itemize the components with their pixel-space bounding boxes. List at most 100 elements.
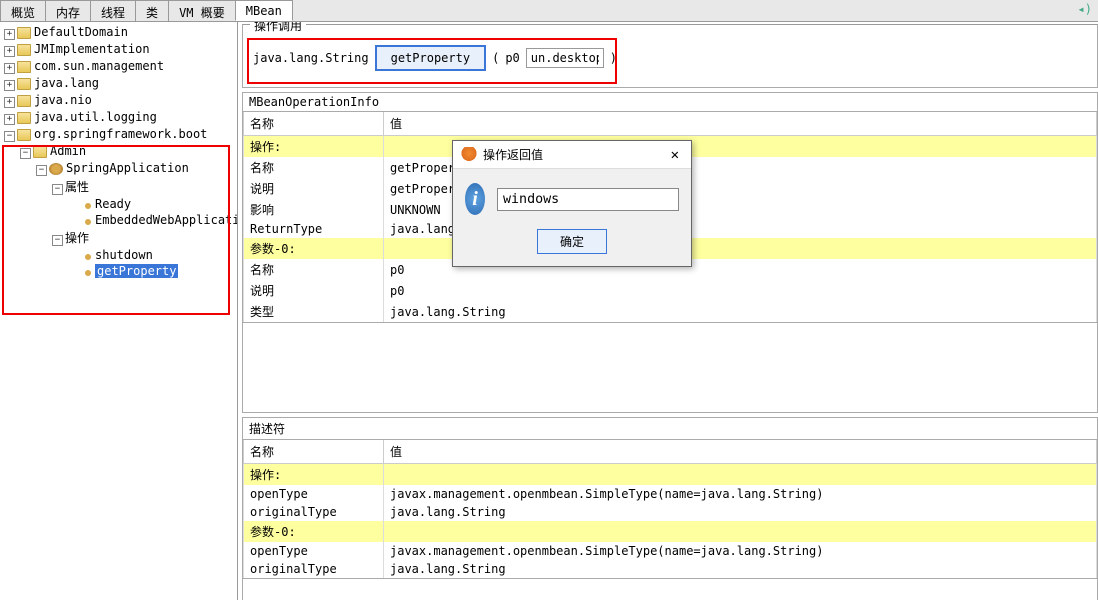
cell-value: java.lang.String: [384, 560, 1097, 578]
table-row[interactable]: openTypejavax.management.openmbean.Simpl…: [244, 485, 1097, 503]
table-row[interactable]: 说明p0: [244, 280, 1097, 301]
table-row[interactable]: 参数-0:: [244, 521, 1097, 542]
mbean-detail-panel: 操作调用 java.lang.String getProperty ( p0 )…: [238, 22, 1098, 600]
param-name: p0: [505, 51, 519, 65]
descriptor-title: 描述符: [242, 417, 1098, 439]
expand-icon[interactable]: +: [4, 114, 15, 125]
close-icon[interactable]: ✕: [667, 147, 683, 163]
expand-icon[interactable]: +: [4, 46, 15, 57]
tree-node-shutdown[interactable]: shutdown: [95, 248, 153, 262]
tab-bar: 概览 内存 线程 类 VM 概要 MBean ◂): [0, 0, 1098, 22]
invoke-operation-button[interactable]: getProperty: [375, 45, 486, 71]
mbean-op-info-title: MBeanOperationInfo: [242, 92, 1098, 111]
cell-name: 操作:: [244, 464, 384, 486]
tree-node-embedded[interactable]: EmbeddedWebApplicationContext: [95, 213, 238, 227]
result-dialog: 操作返回值 ✕ i 确定: [452, 140, 692, 267]
table-row[interactable]: originalTypejava.lang.String: [244, 560, 1097, 578]
table-row[interactable]: 类型java.lang.String: [244, 301, 1097, 322]
cell-name: 说明: [244, 178, 384, 199]
cell-name: 名称: [244, 157, 384, 178]
cell-value: p0: [384, 280, 1097, 301]
expand-icon[interactable]: +: [4, 29, 15, 40]
tree-node-getproperty[interactable]: getProperty: [95, 264, 178, 278]
tab-classes[interactable]: 类: [135, 0, 169, 21]
tree-node-javalog[interactable]: java.util.logging: [34, 110, 157, 124]
cell-value: java.lang.String: [384, 301, 1097, 322]
folder-icon: [17, 44, 31, 56]
folder-icon: [17, 27, 31, 39]
tree-node-springapp[interactable]: SpringApplication: [66, 161, 189, 175]
dot-icon: [85, 203, 91, 209]
descriptor-table: 名称值 操作:openTypejavax.management.openmbea…: [243, 440, 1097, 578]
collapse-icon[interactable]: −: [36, 165, 47, 176]
tab-mbean[interactable]: MBean: [235, 0, 293, 21]
col-name[interactable]: 名称: [244, 112, 384, 136]
tree-node-javalang[interactable]: java.lang: [34, 76, 99, 90]
tab-overview[interactable]: 概览: [0, 0, 46, 21]
cell-name: openType: [244, 485, 384, 503]
folder-open-icon: [17, 129, 31, 141]
leaf-icon: [68, 248, 79, 259]
collapse-icon[interactable]: −: [52, 184, 63, 195]
tree-node-defaultdomain[interactable]: DefaultDomain: [34, 25, 128, 39]
result-value-field[interactable]: [497, 188, 679, 211]
tab-vm-summary[interactable]: VM 概要: [168, 0, 236, 21]
param-value-input[interactable]: [526, 48, 604, 68]
operation-return-type: java.lang.String: [253, 51, 369, 65]
folder-icon: [17, 95, 31, 107]
collapse-icon[interactable]: −: [4, 131, 15, 142]
tree-node-attrs[interactable]: 属性: [65, 180, 89, 194]
folder-icon: [17, 112, 31, 124]
col-name[interactable]: 名称: [244, 440, 384, 464]
cell-value: [384, 464, 1097, 486]
mbean-tree[interactable]: + DefaultDomain + JMImplementation + com.su…: [0, 22, 237, 281]
leaf-icon: [68, 264, 79, 275]
operation-invoke-fieldset: 操作调用 java.lang.String getProperty ( p0 ): [242, 24, 1098, 88]
expand-icon[interactable]: +: [4, 63, 15, 74]
collapse-icon[interactable]: −: [20, 148, 31, 159]
dot-icon: [85, 219, 91, 225]
tab-memory[interactable]: 内存: [45, 0, 91, 21]
table-row[interactable]: originalTypejava.lang.String: [244, 503, 1097, 521]
java-icon: [461, 147, 477, 163]
cell-name: 影响: [244, 199, 384, 220]
table-row[interactable]: 操作:: [244, 464, 1097, 486]
cell-name: 类型: [244, 301, 384, 322]
tree-node-admin[interactable]: Admin: [50, 144, 86, 158]
dot-icon: [85, 254, 91, 260]
info-icon: i: [465, 183, 485, 215]
cell-name: 名称: [244, 259, 384, 280]
folder-icon: [17, 78, 31, 90]
table-row[interactable]: openTypejavax.management.openmbean.Simpl…: [244, 542, 1097, 560]
dot-icon: [85, 270, 91, 276]
ok-button[interactable]: 确定: [537, 229, 607, 254]
paren-open: (: [492, 51, 499, 65]
col-value[interactable]: 值: [384, 112, 1097, 136]
expand-icon[interactable]: +: [4, 80, 15, 91]
tree-node-spring[interactable]: org.springframework.boot: [34, 127, 207, 141]
collapse-icon[interactable]: −: [52, 235, 63, 246]
operation-invoke-title: 操作调用: [250, 22, 306, 34]
col-value[interactable]: 值: [384, 440, 1097, 464]
cell-name: originalType: [244, 503, 384, 521]
cell-value: [384, 521, 1097, 542]
cell-name: 操作:: [244, 136, 384, 158]
folder-icon: [17, 61, 31, 73]
tree-node-javanio[interactable]: java.nio: [34, 93, 92, 107]
cell-name: 说明: [244, 280, 384, 301]
tree-node-comsun[interactable]: com.sun.management: [34, 59, 164, 73]
cell-value: java.lang.String: [384, 503, 1097, 521]
expand-icon[interactable]: +: [4, 97, 15, 108]
tree-node-ops[interactable]: 操作: [65, 231, 89, 245]
tree-node-ready[interactable]: Ready: [95, 197, 131, 211]
mbean-tree-panel: + DefaultDomain + JMImplementation + com.su…: [0, 22, 238, 600]
folder-open-icon: [33, 146, 47, 158]
cell-value: javax.management.openmbean.SimpleType(na…: [384, 485, 1097, 503]
dialog-title: 操作返回值: [483, 146, 667, 163]
cell-name: 参数-0:: [244, 521, 384, 542]
cell-name: openType: [244, 542, 384, 560]
cell-name: originalType: [244, 560, 384, 578]
tree-node-jmimpl[interactable]: JMImplementation: [34, 42, 150, 56]
tab-threads[interactable]: 线程: [90, 0, 136, 21]
cell-name: 参数-0:: [244, 238, 384, 259]
